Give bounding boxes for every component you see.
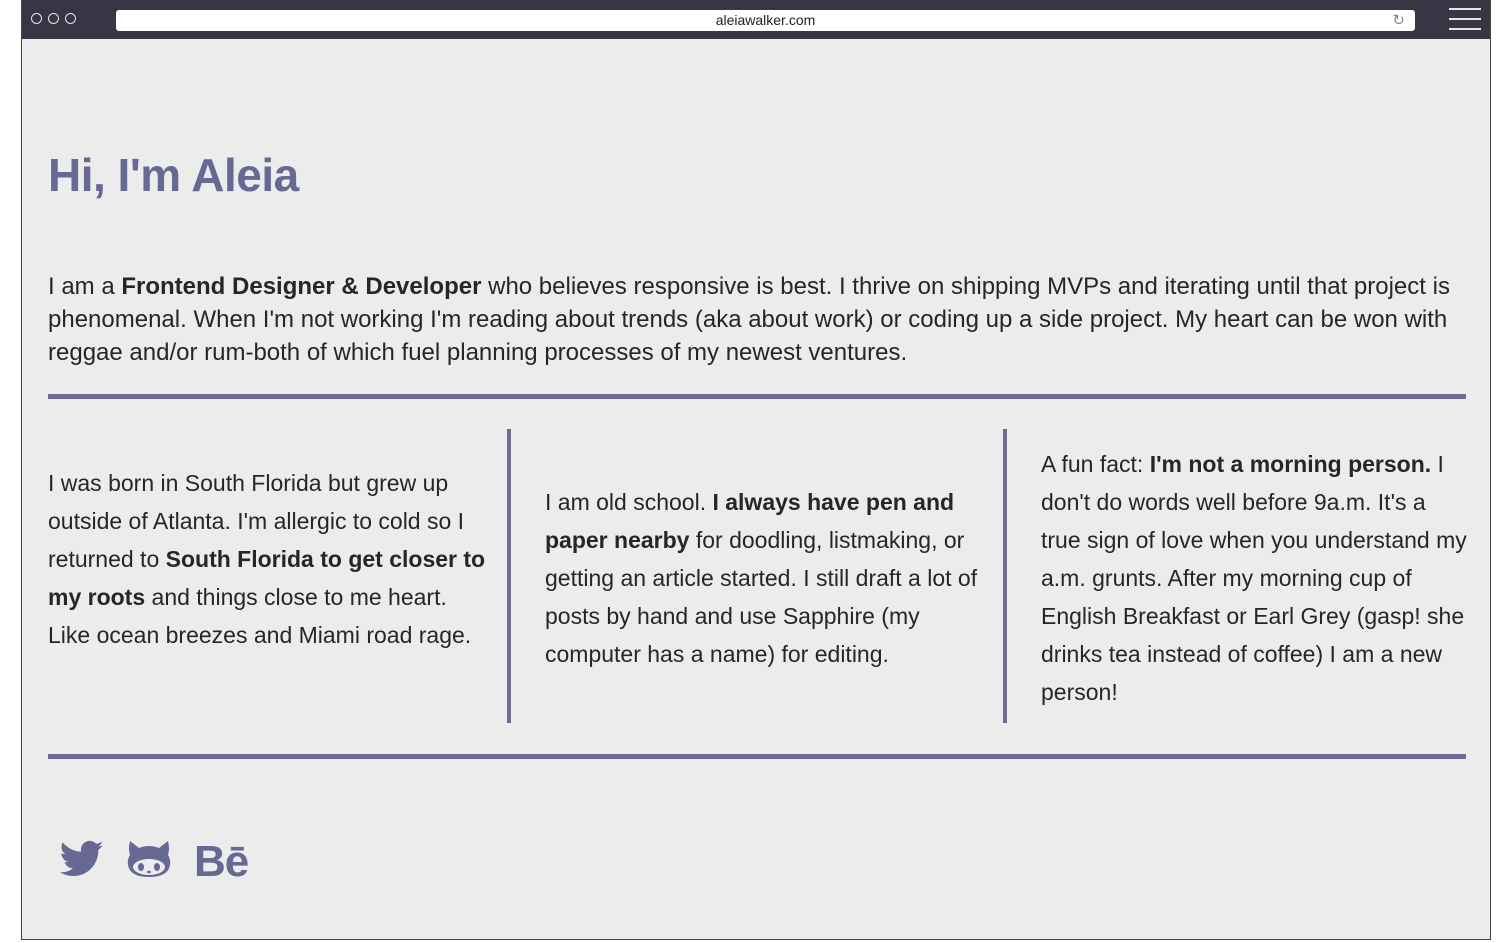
address-bar[interactable]: aleiawalker.com ↻ xyxy=(116,10,1415,31)
about-column-1: I was born in South Florida but grew up … xyxy=(48,464,488,654)
column-3-text-bold: I'm not a morning person. xyxy=(1149,451,1432,477)
browser-window: aleiawalker.com ↻ Hi, I'm Aleia I am a F… xyxy=(21,0,1491,940)
about-column-2: I am old school. I always have pen and p… xyxy=(545,483,985,673)
intro-text-bold: Frontend Designer & Developer xyxy=(121,273,482,300)
divider-bottom xyxy=(48,754,1466,759)
twitter-icon xyxy=(59,840,104,877)
twitter-link[interactable] xyxy=(59,840,104,883)
github-icon xyxy=(127,841,171,877)
about-column-3: A fun fact: I'm not a morning person. I … xyxy=(1041,445,1471,711)
github-link[interactable] xyxy=(126,839,172,884)
behance-link[interactable]: Bē xyxy=(194,836,249,886)
minimize-window-button[interactable] xyxy=(48,13,59,24)
column-3-text-pre: A fun fact: xyxy=(1041,451,1150,477)
divider-top xyxy=(48,394,1466,399)
menu-icon[interactable] xyxy=(1449,8,1481,38)
social-links: Bē xyxy=(59,836,249,886)
window-controls xyxy=(31,13,76,24)
intro-paragraph: I am a Frontend Designer & Developer who… xyxy=(48,270,1468,369)
maximize-window-button[interactable] xyxy=(65,13,76,24)
url-text: aleiawalker.com xyxy=(715,12,816,28)
column-divider-1 xyxy=(507,429,511,723)
column-2-text-pre: I am old school. xyxy=(545,489,713,515)
browser-titlebar: aleiawalker.com ↻ xyxy=(22,0,1490,39)
page-title: Hi, I'm Aleia xyxy=(48,149,299,201)
column-divider-2 xyxy=(1003,429,1007,723)
behance-icon: Bē xyxy=(194,836,249,886)
close-window-button[interactable] xyxy=(31,13,42,24)
reload-icon[interactable]: ↻ xyxy=(1392,10,1405,31)
intro-text-pre: I am a xyxy=(48,273,122,300)
column-3-text-post: I don't do words well before 9a.m. It's … xyxy=(1041,451,1467,705)
